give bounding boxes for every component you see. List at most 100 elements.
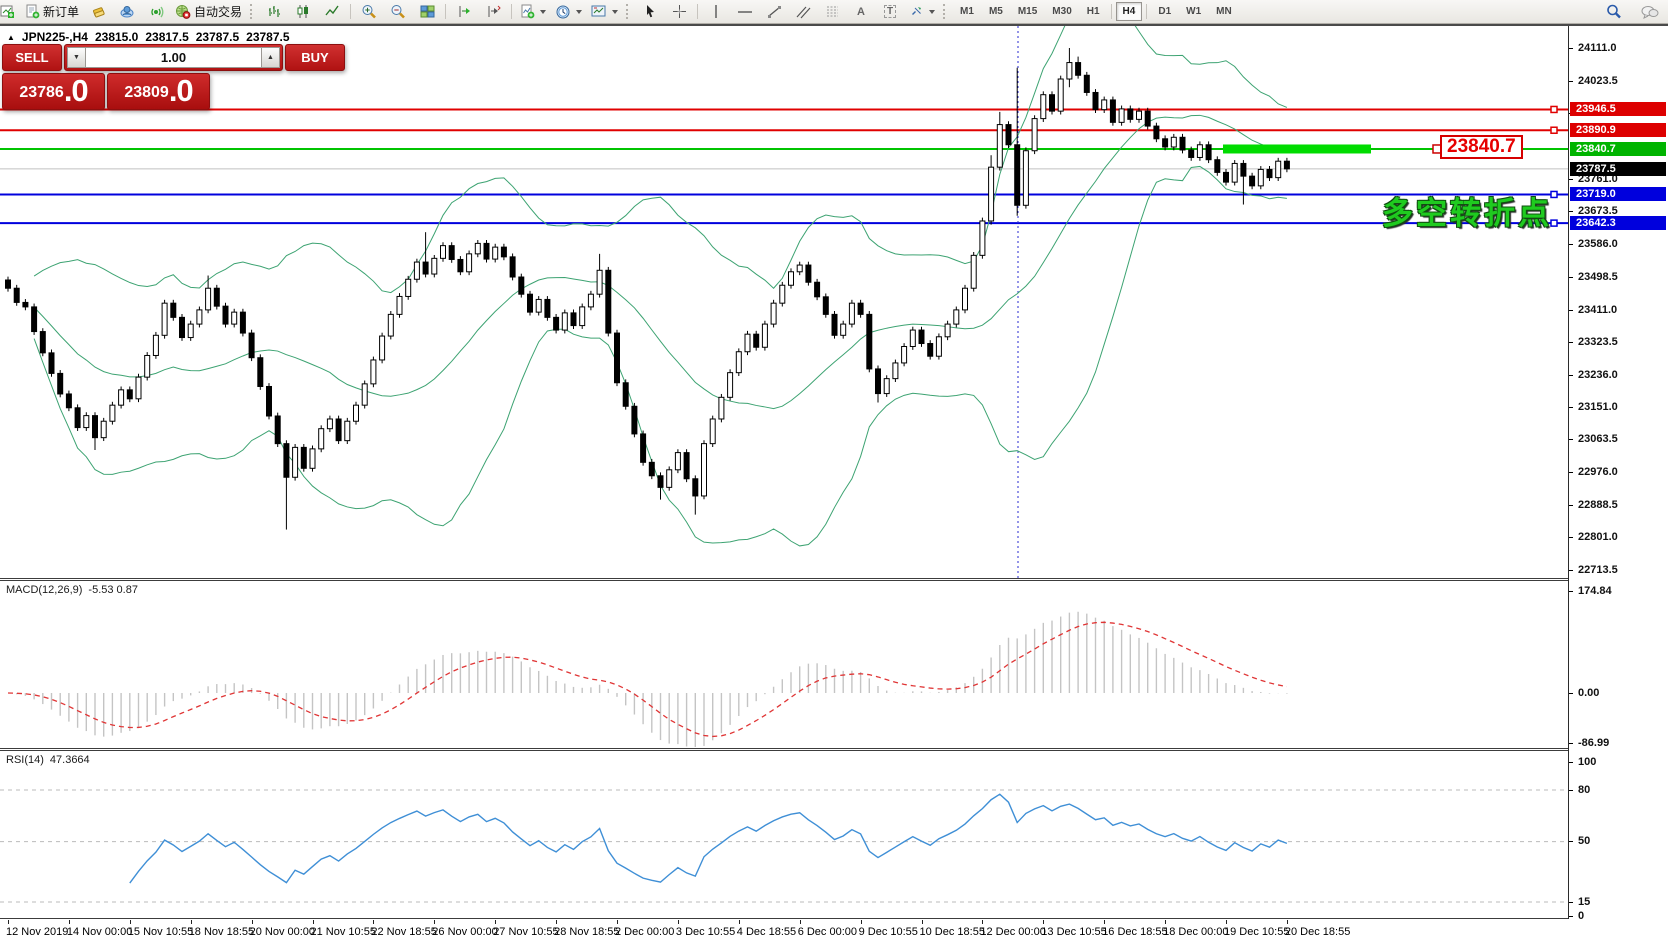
candle-body	[119, 390, 124, 405]
timeframe-m30-button[interactable]: M30	[1045, 2, 1078, 21]
panel-separator[interactable]	[0, 750, 1568, 751]
time-label: 28 Nov 18:55	[554, 926, 619, 938]
timeframe-m5-button[interactable]: M5	[982, 2, 1010, 21]
buy-price-button[interactable]: 23809.0	[107, 73, 210, 110]
candle-body	[110, 405, 115, 421]
zoom-in-button[interactable]	[355, 1, 383, 23]
time-tick	[922, 920, 923, 924]
collapse-icon[interactable]: ▲	[7, 33, 15, 42]
time-axis[interactable]: 12 Nov 201914 Nov 00:0015 Nov 10:5518 No…	[0, 920, 1568, 945]
candle-body	[954, 310, 959, 324]
time-tick	[252, 920, 253, 924]
volume-decrease-button[interactable]: ▼	[67, 47, 86, 68]
timeframe-m1-button[interactable]: M1	[953, 2, 981, 21]
line-chart-button[interactable]	[318, 1, 346, 23]
time-label: 6 Dec 00:00	[798, 926, 857, 938]
sell-price-button[interactable]: 23786.0	[2, 73, 105, 110]
time-label: 4 Dec 18:55	[737, 926, 796, 938]
channel-button[interactable]	[789, 1, 817, 23]
time-label: 21 Nov 10:55	[311, 926, 376, 938]
candle-body	[632, 406, 637, 434]
label-button[interactable]: T	[876, 1, 904, 23]
cursor-button[interactable]	[636, 1, 664, 23]
chart-annotation-text[interactable]: 多空转折点	[1382, 188, 1552, 233]
sell-button[interactable]: SELL	[2, 44, 62, 71]
one-click-trading-panel: SELL ▼ ▲ BUY 23786.0 23809.0	[2, 44, 210, 110]
text-button[interactable]: A	[847, 1, 875, 23]
candle-body	[84, 416, 89, 428]
chart-canvas[interactable]	[0, 0, 1668, 945]
search-button[interactable]	[1600, 1, 1628, 23]
panel-separator[interactable]	[0, 578, 1568, 579]
candle-body	[32, 307, 37, 332]
periodicity-button[interactable]	[551, 1, 586, 23]
chat-button[interactable]	[1636, 1, 1664, 23]
rsi-layer	[0, 790, 1568, 902]
time-label: 10 Dec 18:55	[920, 926, 985, 938]
candle-body	[1015, 145, 1020, 206]
volume-spinner: ▼ ▲	[64, 44, 283, 71]
candlestick-button[interactable]	[289, 1, 317, 23]
price-callout-label[interactable]: 23840.7	[1440, 135, 1523, 159]
axis-label: 22801.0	[1578, 531, 1618, 543]
volume-input[interactable]	[86, 47, 261, 68]
zoom-out-button[interactable]	[384, 1, 412, 23]
algo-trading-button[interactable]: 自动交易	[171, 1, 246, 23]
community-icon	[119, 4, 135, 19]
tile-windows-button[interactable]	[413, 1, 441, 23]
candle-body	[1215, 160, 1220, 173]
price-line-badge: 23890.9	[1570, 123, 1666, 137]
candle-body	[180, 317, 185, 337]
fibonacci-button[interactable]	[818, 1, 846, 23]
timeframe-d1-button[interactable]: D1	[1151, 2, 1178, 21]
community-button[interactable]	[113, 1, 141, 23]
time-tick	[1226, 920, 1227, 924]
chart-window-button[interactable]	[0, 1, 20, 23]
clock-icon	[555, 4, 571, 20]
metaeditor-button[interactable]	[84, 1, 112, 23]
candle-body	[780, 285, 785, 303]
trendline-button[interactable]	[760, 1, 788, 23]
new-order-button[interactable]: 新订单	[21, 1, 83, 23]
highlighted-trend-segment	[1223, 144, 1371, 153]
time-label: 15 Nov 10:55	[128, 926, 193, 938]
candle-body	[1197, 145, 1202, 158]
chart-info-line: ▲ JPN225-,H4 23815.0 23817.5 23787.5 237…	[7, 30, 290, 44]
timeframe-mn-button[interactable]: MN	[1209, 2, 1239, 21]
cursor-icon	[643, 4, 657, 19]
crosshair-button[interactable]	[665, 1, 693, 23]
candle-body	[1189, 150, 1194, 157]
timeframe-h4-button[interactable]: H4	[1116, 2, 1143, 21]
candle-body	[136, 377, 141, 399]
periodicity-caret-icon	[576, 10, 582, 14]
candle-body	[545, 299, 550, 317]
axis-border	[1568, 26, 1569, 919]
auto-scroll-button[interactable]	[450, 1, 478, 23]
chart-shift-button[interactable]	[479, 1, 507, 23]
timeframe-h1-button[interactable]: H1	[1080, 2, 1107, 21]
axis-label: 23411.0	[1578, 304, 1617, 316]
candle-body	[789, 272, 794, 285]
arrows-button[interactable]	[905, 1, 939, 23]
indicators-button[interactable]	[516, 1, 550, 23]
candle-body	[1119, 109, 1124, 122]
panel-separator[interactable]	[0, 748, 1568, 749]
buy-button[interactable]: BUY	[285, 44, 345, 71]
candle-body	[240, 312, 245, 333]
templates-caret-icon	[612, 10, 618, 14]
timeframe-w1-button[interactable]: W1	[1179, 2, 1208, 21]
vertical-line-button[interactable]	[702, 1, 730, 23]
horizontal-line-button[interactable]	[731, 1, 759, 23]
volume-increase-button[interactable]: ▲	[261, 47, 280, 68]
bar-chart-button[interactable]	[260, 1, 288, 23]
macd-layer	[8, 612, 1287, 750]
candle-body	[275, 416, 280, 444]
panel-separator[interactable]	[0, 580, 1568, 581]
templates-button[interactable]	[587, 1, 622, 23]
price-axis[interactable]: 24111.024023.523936.023761.023673.523586…	[1569, 26, 1668, 920]
signals-button[interactable]	[142, 1, 170, 23]
algo-trading-icon	[175, 4, 191, 19]
candle-body	[893, 363, 898, 379]
axis-label: 23063.5	[1578, 433, 1618, 445]
timeframe-m15-button[interactable]: M15	[1011, 2, 1044, 21]
